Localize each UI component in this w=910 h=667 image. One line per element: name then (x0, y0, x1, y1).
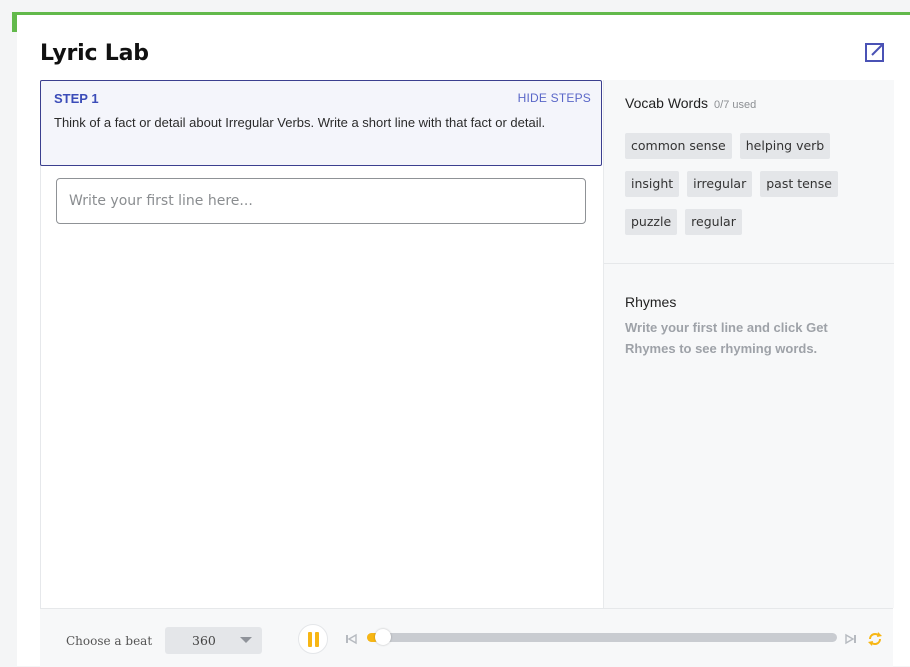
vocab-words-section: Vocab Words 0/7 used common sense helping … (604, 80, 894, 264)
pause-button[interactable] (298, 624, 328, 654)
vocab-word-chip[interactable]: helping verb (739, 133, 831, 159)
rhymes-title: Rhymes (625, 294, 677, 310)
progress-track[interactable] (367, 629, 837, 645)
progress-thumb[interactable] (375, 629, 391, 645)
pause-icon (308, 632, 312, 647)
rhymes-hint: Write your first line and click Get Rhym… (625, 320, 828, 356)
vocab-used-count: 0/7 used (714, 99, 757, 111)
first-line-input[interactable] (56, 178, 586, 224)
sidebar: Vocab Words 0/7 used common sense helping … (603, 80, 894, 608)
hide-steps-button[interactable]: HIDE STEPS (518, 91, 591, 105)
vocab-word-chip[interactable]: common sense (625, 133, 732, 159)
vocab-word-chip[interactable]: past tense (760, 171, 838, 197)
step-panel: STEP 1 HIDE STEPS Think of a fact or det… (40, 80, 602, 166)
vocab-word-list: common sense helping verb insight irregula… (625, 133, 875, 247)
step-title: STEP 1 (54, 91, 99, 106)
pause-icon-bar (315, 632, 319, 647)
skip-forward-icon[interactable] (844, 632, 858, 646)
chevron-down-icon (240, 637, 252, 643)
beat-select[interactable]: 360 (165, 627, 262, 654)
vocab-header: Vocab Words 0/7 used (625, 95, 756, 111)
vocab-word-chip[interactable]: regular (685, 209, 742, 235)
page-title: Lyric Lab (40, 41, 149, 66)
skip-back-icon[interactable] (344, 632, 358, 646)
beat-select-value: 360 (192, 633, 216, 648)
vocab-word-chip[interactable]: insight (625, 171, 680, 197)
open-external-icon[interactable] (864, 41, 886, 63)
step-instructions: Think of a fact or detail about Irregula… (54, 115, 546, 130)
vocab-word-chip[interactable]: puzzle (625, 209, 678, 235)
vocab-title: Vocab Words (625, 95, 709, 111)
beat-label: Choose a beat (66, 634, 153, 648)
vocab-word-chip[interactable]: irregular (687, 171, 753, 197)
lyric-lab-card: Lyric Lab STEP 1 HIDE STEPS Think of a f… (17, 15, 910, 667)
loop-icon[interactable] (866, 630, 884, 648)
beat-player: Choose a beat 360 (40, 608, 893, 667)
